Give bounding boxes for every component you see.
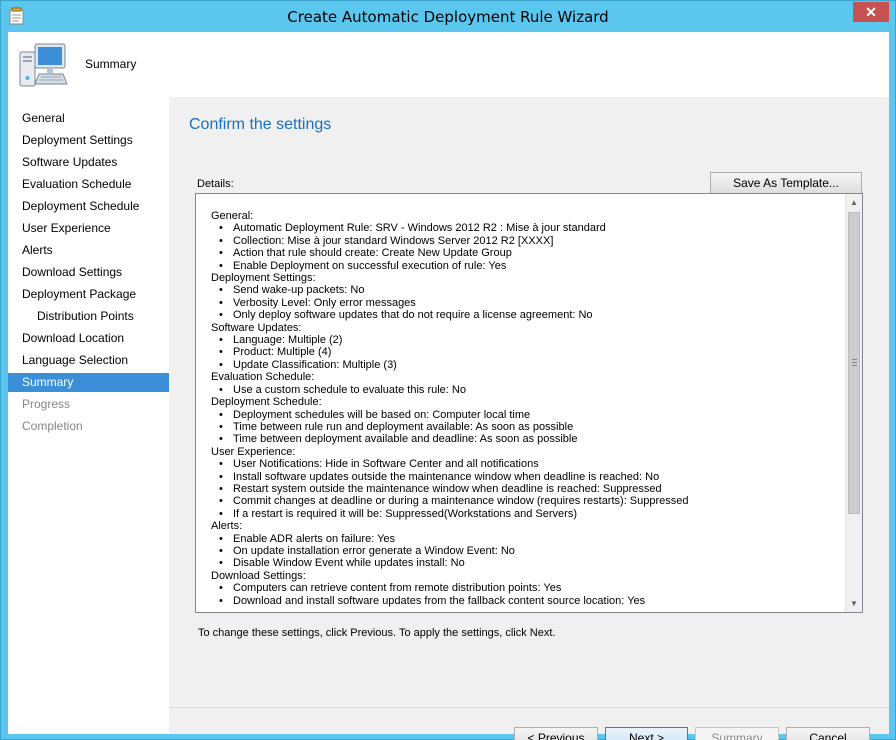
details-list-item: Language: Multiple (2) [217, 334, 841, 347]
details-list-item: Install software updates outside the mai… [217, 471, 841, 484]
nav-item-evaluation-schedule[interactable]: Evaluation Schedule [8, 175, 169, 194]
details-list-item: Action that rule should create: Create N… [217, 247, 841, 260]
wizard-header: Summary [8, 32, 889, 97]
details-list-item: Disable Window Event while updates insta… [217, 557, 841, 570]
wizard-main: Confirm the settings Details: Save As Te… [169, 97, 889, 740]
details-section-list: Deployment schedules will be based on: C… [211, 409, 841, 447]
details-section-title: Deployment Schedule: [211, 396, 322, 409]
nav-item-alerts[interactable]: Alerts [8, 241, 169, 260]
wizard-nav: General Deployment Settings Software Upd… [8, 97, 169, 734]
footer-divider [169, 707, 889, 708]
nav-item-summary[interactable]: Summary [8, 373, 169, 392]
nav-item-deployment-schedule[interactable]: Deployment Schedule [8, 197, 169, 216]
next-button[interactable]: Next > [605, 727, 688, 740]
nav-item-software-updates[interactable]: Software Updates [8, 153, 169, 172]
details-section-list: Language: Multiple (2)Product: Multiple … [211, 334, 841, 372]
details-list-item: Automatic Deployment Rule: SRV - Windows… [217, 222, 841, 235]
details-section-list: Send wake-up packets: NoVerbosity Level:… [211, 284, 841, 322]
wizard-window: Create Automatic Deployment Rule Wizard … [0, 0, 896, 740]
nav-item-deployment-settings[interactable]: Deployment Settings [8, 131, 169, 150]
details-list-item: User Notifications: Hide in Software Cen… [217, 458, 841, 471]
instruction-text: To change these settings, click Previous… [198, 627, 556, 639]
wizard-client: Summary General Deployment Settings Soft… [8, 32, 889, 740]
computer-icon [19, 43, 68, 87]
nav-item-distribution-points[interactable]: Distribution Points [8, 307, 169, 326]
details-list-item: Send wake-up packets: No [217, 284, 841, 297]
nav-item-completion: Completion [22, 419, 83, 433]
details-list-item: Restart system outside the maintenance w… [217, 483, 841, 496]
details-list-item: Collection: Mise à jour standard Windows… [217, 235, 841, 248]
nav-item-download-location[interactable]: Download Location [8, 329, 169, 348]
details-section-list: Enable ADR alerts on failure: YesOn upda… [211, 533, 841, 571]
nav-item-user-experience[interactable]: User Experience [8, 219, 169, 238]
nav-item-progress: Progress [22, 397, 71, 411]
details-section-title: Deployment Settings: [211, 272, 316, 285]
details-section-title: User Experience: [211, 445, 296, 458]
details-content: General:Automatic Deployment Rule: SRV -… [211, 210, 841, 607]
scroll-up-arrow-icon[interactable]: ▲ [846, 194, 862, 211]
summary-button: Summary [695, 727, 779, 740]
details-list-item: Time between deployment available and de… [217, 433, 841, 446]
details-list-item: Deployment schedules will be based on: C… [217, 409, 841, 422]
close-icon: ✕ [865, 4, 877, 20]
nav-item-general[interactable]: General [8, 109, 169, 128]
window-title: Create Automatic Deployment Rule Wizard [287, 8, 609, 26]
details-section-list: Use a custom schedule to evaluate this r… [211, 384, 841, 397]
title-bar[interactable]: Create Automatic Deployment Rule Wizard … [1, 1, 895, 32]
details-list-item: If a restart is required it will be: Sup… [217, 508, 841, 521]
details-list-item: On update installation error generate a … [217, 545, 841, 558]
details-list-item: Computers can retrieve content from remo… [217, 582, 841, 595]
details-section-title: Alerts: [211, 520, 243, 533]
details-section-list: User Notifications: Hide in Software Cen… [211, 458, 841, 520]
details-list-item: Use a custom schedule to evaluate this r… [217, 384, 841, 397]
page-title: Confirm the settings [189, 116, 332, 133]
details-section-title: Download Settings: [211, 569, 306, 582]
details-section-list: Automatic Deployment Rule: SRV - Windows… [211, 222, 841, 272]
details-list-item: Commit changes at deadline or during a m… [217, 495, 841, 508]
nav-item-download-settings[interactable]: Download Settings [8, 263, 169, 282]
grip-icon [852, 359, 857, 366]
nav-item-deployment-package[interactable]: Deployment Package [8, 285, 169, 304]
close-button[interactable]: ✕ [853, 2, 889, 22]
details-list-item: Enable ADR alerts on failure: Yes [217, 533, 841, 546]
details-scrollbar[interactable]: ▲ ▼ [845, 194, 862, 612]
save-as-template-button[interactable]: Save As Template... [710, 172, 862, 194]
details-list-item: Download and install software updates fr… [217, 595, 841, 608]
nav-item-language-selection[interactable]: Language Selection [8, 351, 169, 370]
header-title: Summary [85, 57, 137, 71]
scroll-down-arrow-icon[interactable]: ▼ [846, 595, 862, 612]
details-section-title: General: [211, 210, 254, 222]
previous-button[interactable]: < Previous [514, 727, 598, 740]
cancel-button[interactable]: Cancel [786, 727, 870, 740]
details-section-title: Software Updates: [211, 321, 302, 334]
details-list-item: Product: Multiple (4) [217, 346, 841, 359]
scroll-thumb[interactable] [848, 212, 860, 514]
details-list-item: Enable Deployment on successful executio… [217, 260, 841, 273]
details-label: Details: [197, 178, 234, 190]
details-list-item: Time between rule run and deployment ava… [217, 421, 841, 434]
details-list-item: Verbosity Level: Only error messages [217, 297, 841, 310]
details-section-title: Evaluation Schedule: [211, 371, 315, 384]
details-list-item: Update Classification: Multiple (3) [217, 359, 841, 372]
details-section-list: Computers can retrieve content from remo… [211, 582, 841, 607]
details-list-item: Only deploy software updates that do not… [217, 309, 841, 322]
details-textbox[interactable]: General:Automatic Deployment Rule: SRV -… [195, 193, 863, 613]
